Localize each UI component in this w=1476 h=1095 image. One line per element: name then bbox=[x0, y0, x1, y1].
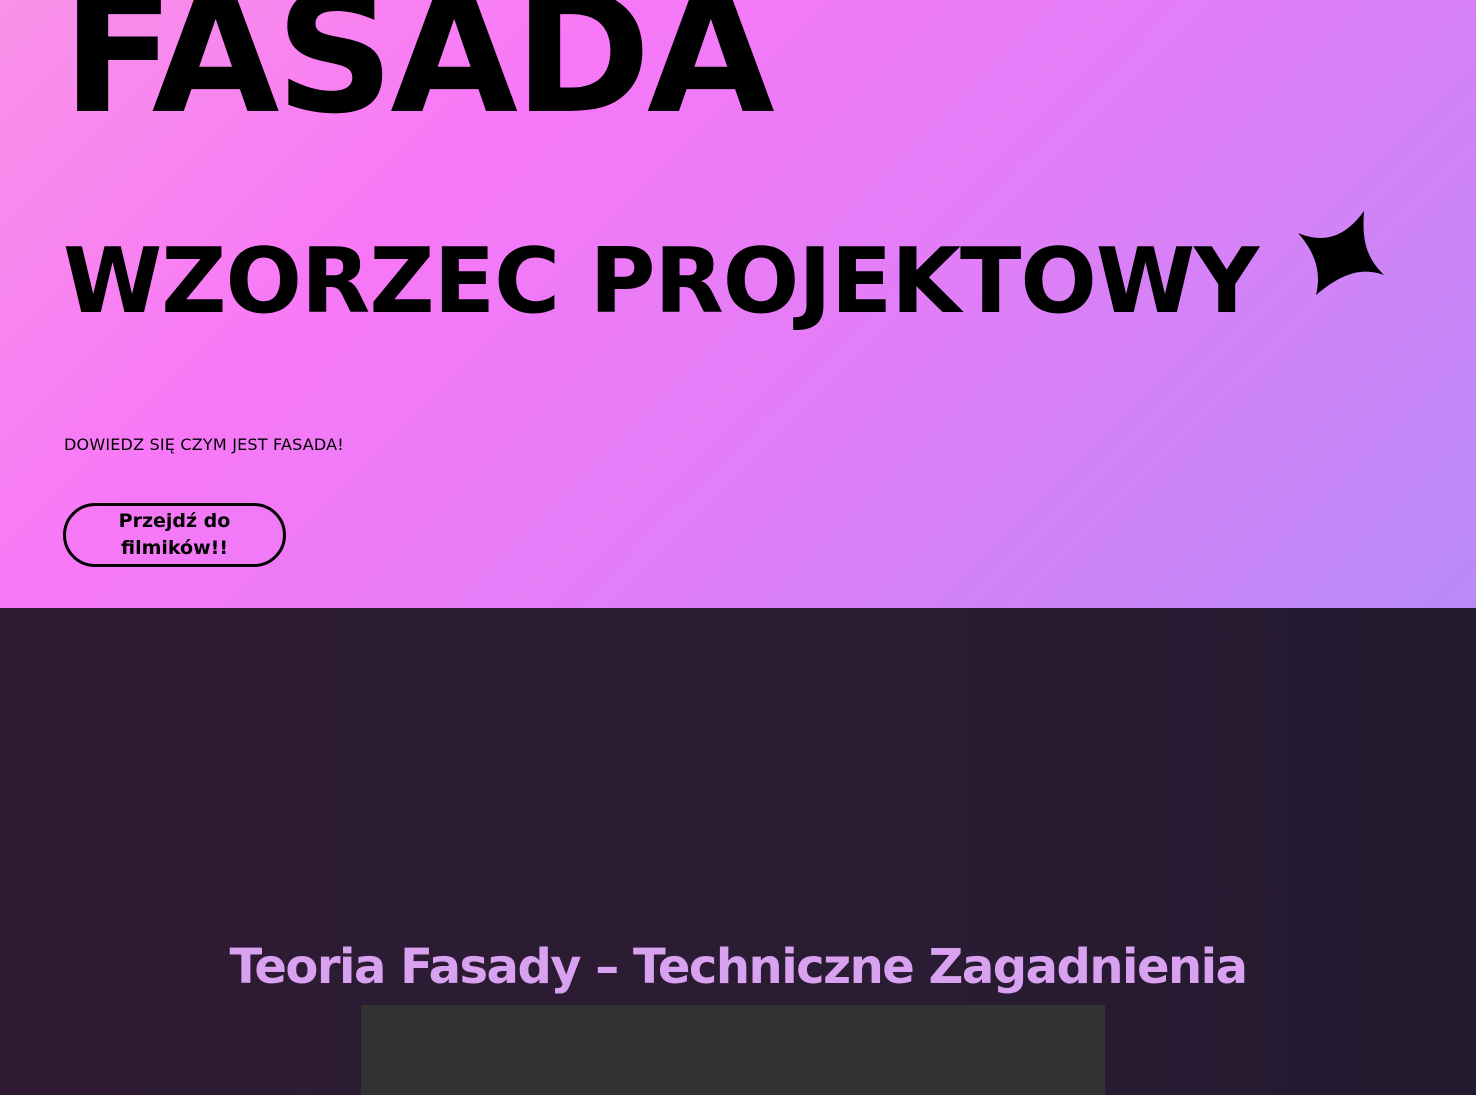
hero-tagline: DOWIEDZ SIĘ CZYM JEST FASADA! bbox=[64, 435, 344, 454]
hero-subtitle: WZORZEC PROJEKTOWY bbox=[63, 229, 1259, 334]
hero-section: FASADA WZORZEC PROJEKTOWY DOWIEDZ SIĘ CZ… bbox=[0, 0, 1476, 608]
video-player[interactable] bbox=[361, 1005, 1105, 1095]
section-title: Teoria Fasady – Techniczne Zagadnienia bbox=[229, 939, 1248, 995]
hero-title: FASADA bbox=[62, 0, 775, 150]
go-to-videos-button-label: Przejdź do filmików!! bbox=[118, 510, 231, 559]
go-to-videos-button[interactable]: Przejdź do filmików!! bbox=[63, 503, 286, 567]
four-point-star-icon bbox=[1298, 211, 1384, 295]
